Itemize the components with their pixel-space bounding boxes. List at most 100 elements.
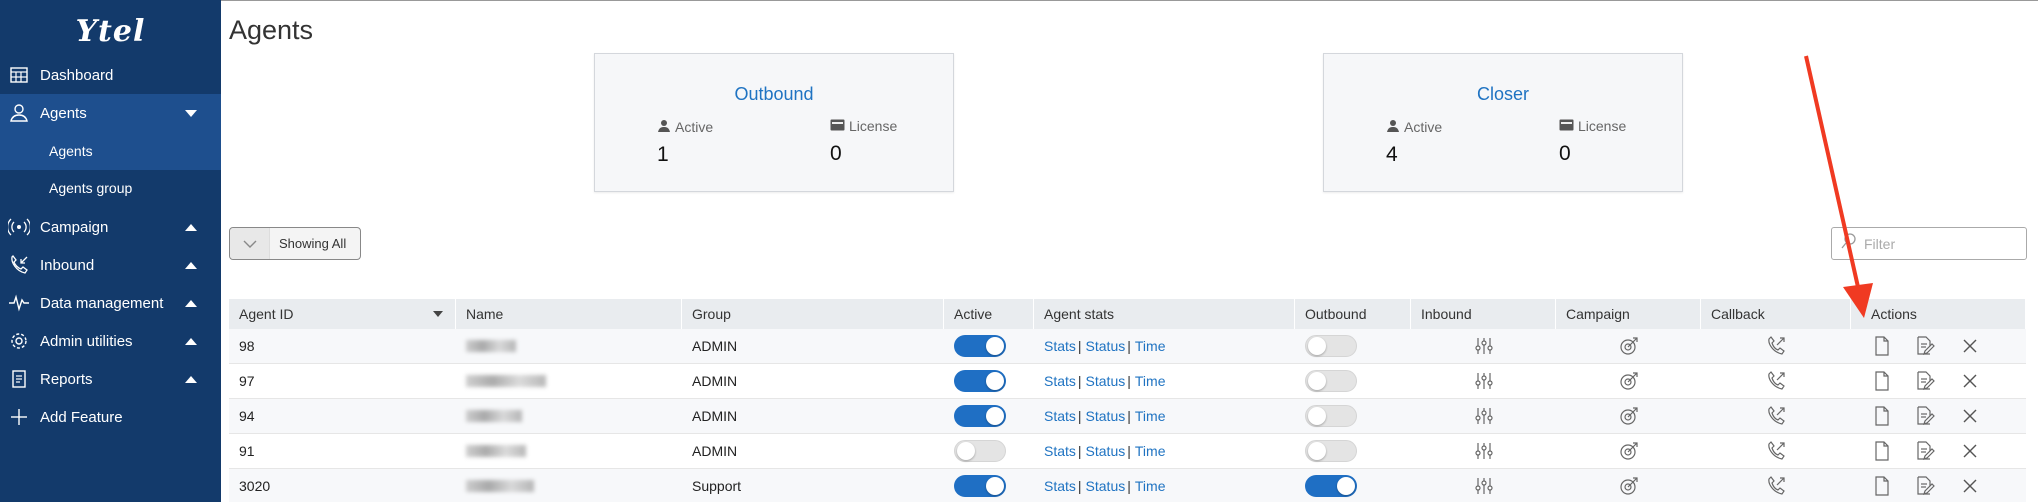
license-card-icon bbox=[1559, 118, 1574, 134]
column-header-callback[interactable]: Callback bbox=[1701, 299, 1851, 329]
logo-text: Ytel bbox=[75, 13, 146, 49]
column-header-inbound[interactable]: Inbound bbox=[1411, 299, 1556, 329]
campaign-target-icon[interactable] bbox=[1618, 335, 1640, 357]
cell-agent-stats: Stats | Status | Time bbox=[1044, 478, 1166, 494]
filter-input[interactable] bbox=[1864, 235, 2014, 252]
column-header-group[interactable]: Group bbox=[682, 299, 944, 329]
status-link[interactable]: Status bbox=[1086, 338, 1126, 354]
copy-document-icon[interactable] bbox=[1871, 440, 1893, 462]
campaign-icon bbox=[8, 216, 30, 238]
copy-document-icon[interactable] bbox=[1871, 335, 1893, 357]
inbound-sliders-icon[interactable] bbox=[1473, 405, 1495, 427]
status-link[interactable]: Status bbox=[1086, 373, 1126, 389]
cell-campaign bbox=[1556, 329, 1701, 363]
copy-document-icon[interactable] bbox=[1871, 370, 1893, 392]
edit-document-icon[interactable] bbox=[1915, 440, 1937, 462]
sidebar-item-dashboard[interactable]: Dashboard bbox=[0, 56, 221, 94]
cell-agent-id: 94 bbox=[239, 408, 255, 424]
active-toggle[interactable] bbox=[954, 440, 1006, 462]
delete-close-icon[interactable] bbox=[1959, 335, 1981, 357]
sidebar-item-admin-utilities[interactable]: Admin utilities bbox=[0, 322, 221, 360]
status-link[interactable]: Status bbox=[1086, 408, 1126, 424]
callback-phone-icon[interactable] bbox=[1765, 405, 1787, 427]
edit-document-icon[interactable] bbox=[1915, 370, 1937, 392]
delete-close-icon[interactable] bbox=[1959, 475, 1981, 497]
inbound-sliders-icon[interactable] bbox=[1473, 440, 1495, 462]
toggle-knob bbox=[986, 407, 1004, 425]
toggle-knob bbox=[986, 477, 1004, 495]
active-value: 1 bbox=[657, 143, 669, 166]
inbound-sliders-icon[interactable] bbox=[1473, 475, 1495, 497]
time-link[interactable]: Time bbox=[1135, 478, 1166, 494]
callback-phone-icon[interactable] bbox=[1765, 370, 1787, 392]
sidebar-subitem-agents-group[interactable]: Agents group bbox=[0, 169, 221, 207]
inbound-sliders-icon[interactable] bbox=[1473, 370, 1495, 392]
delete-close-icon[interactable] bbox=[1959, 370, 1981, 392]
sidebar-item-agents[interactable]: Agents bbox=[0, 94, 221, 132]
cell-callback bbox=[1701, 364, 1851, 398]
data-management-icon bbox=[8, 292, 30, 314]
stats-link[interactable]: Stats bbox=[1044, 478, 1076, 494]
column-header-agent-stats[interactable]: Agent stats bbox=[1034, 299, 1295, 329]
campaign-target-icon[interactable] bbox=[1618, 440, 1640, 462]
sidebar-item-inbound[interactable]: Inbound bbox=[0, 246, 221, 284]
stats-link[interactable]: Stats bbox=[1044, 338, 1076, 354]
card-title[interactable]: Outbound bbox=[595, 84, 953, 105]
campaign-target-icon[interactable] bbox=[1618, 370, 1640, 392]
cell-agent-stats: Stats | Status | Time bbox=[1044, 443, 1166, 459]
sidebar-subitem-agents[interactable]: Agents bbox=[0, 132, 221, 170]
cell-actions bbox=[1851, 434, 2026, 468]
column-header-outbound[interactable]: Outbound bbox=[1295, 299, 1411, 329]
active-toggle[interactable] bbox=[954, 370, 1006, 392]
sidebar-item-add-feature[interactable]: Add Feature bbox=[0, 398, 221, 436]
delete-close-icon[interactable] bbox=[1959, 440, 1981, 462]
active-toggle[interactable] bbox=[954, 335, 1006, 357]
status-link[interactable]: Status bbox=[1086, 478, 1126, 494]
outbound-toggle[interactable] bbox=[1305, 370, 1357, 392]
status-link[interactable]: Status bbox=[1086, 443, 1126, 459]
outbound-toggle[interactable] bbox=[1305, 475, 1357, 497]
stats-link[interactable]: Stats bbox=[1044, 443, 1076, 459]
ytel-logo[interactable]: Ytel bbox=[0, 0, 221, 62]
license-card-icon bbox=[830, 118, 845, 134]
copy-document-icon[interactable] bbox=[1871, 475, 1893, 497]
stats-link[interactable]: Stats bbox=[1044, 373, 1076, 389]
column-header-name[interactable]: Name bbox=[456, 299, 682, 329]
time-link[interactable]: Time bbox=[1135, 408, 1166, 424]
card-title[interactable]: Closer bbox=[1324, 84, 1682, 105]
copy-document-icon[interactable] bbox=[1871, 405, 1893, 427]
cell-name bbox=[456, 364, 682, 398]
callback-phone-icon[interactable] bbox=[1765, 440, 1787, 462]
column-header-active[interactable]: Active bbox=[944, 299, 1034, 329]
column-header-campaign[interactable]: Campaign bbox=[1556, 299, 1701, 329]
time-link[interactable]: Time bbox=[1135, 338, 1166, 354]
stats-link[interactable]: Stats bbox=[1044, 408, 1076, 424]
campaign-target-icon[interactable] bbox=[1618, 475, 1640, 497]
outbound-toggle[interactable] bbox=[1305, 440, 1357, 462]
showing-all-label: Showing All bbox=[279, 236, 347, 251]
time-link[interactable]: Time bbox=[1135, 373, 1166, 389]
column-header-agent-id[interactable]: Agent ID bbox=[229, 299, 456, 329]
delete-close-icon[interactable] bbox=[1959, 405, 1981, 427]
time-link[interactable]: Time bbox=[1135, 443, 1166, 459]
callback-phone-icon[interactable] bbox=[1765, 475, 1787, 497]
showing-all-dropdown[interactable]: Showing All bbox=[229, 227, 361, 260]
campaign-target-icon[interactable] bbox=[1618, 405, 1640, 427]
sidebar-item-campaign[interactable]: Campaign bbox=[0, 208, 221, 246]
edit-document-icon[interactable] bbox=[1915, 405, 1937, 427]
inbound-sliders-icon[interactable] bbox=[1473, 335, 1495, 357]
active-toggle[interactable] bbox=[954, 475, 1006, 497]
sidebar-subitem-label: Agents group bbox=[49, 180, 133, 196]
edit-document-icon[interactable] bbox=[1915, 475, 1937, 497]
toggle-knob bbox=[1308, 442, 1326, 460]
outbound-toggle[interactable] bbox=[1305, 335, 1357, 357]
callback-phone-icon[interactable] bbox=[1765, 335, 1787, 357]
cell-campaign bbox=[1556, 364, 1701, 398]
sidebar-item-reports[interactable]: Reports bbox=[0, 360, 221, 398]
cell-active bbox=[944, 399, 1034, 433]
active-toggle[interactable] bbox=[954, 405, 1006, 427]
sidebar-item-data-management[interactable]: Data management bbox=[0, 284, 221, 322]
sidebar-subitem-label: Agents bbox=[49, 143, 93, 159]
outbound-toggle[interactable] bbox=[1305, 405, 1357, 427]
edit-document-icon[interactable] bbox=[1915, 335, 1937, 357]
